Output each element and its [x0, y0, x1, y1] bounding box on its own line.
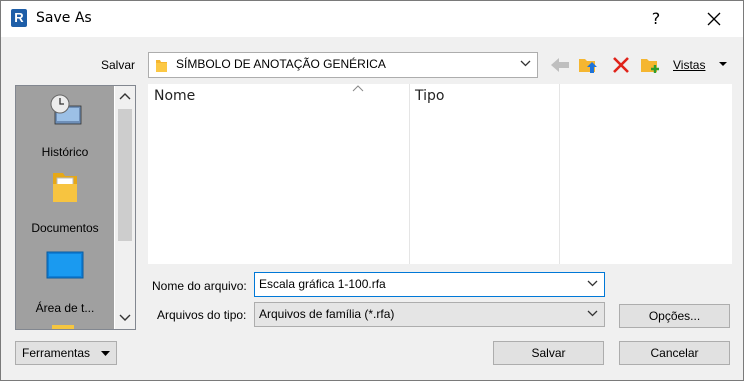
place-desktop-label: Área de t... [35, 301, 95, 315]
filetype-label: Arquivos do tipo: [157, 308, 247, 322]
chevron-down-icon [587, 310, 598, 317]
place-documents[interactable]: Documentos [16, 170, 114, 235]
options-button[interactable]: Opções... [619, 304, 730, 328]
close-button[interactable] [696, 5, 732, 33]
column-divider[interactable] [409, 84, 410, 264]
column-header-name[interactable]: Nome [154, 88, 195, 104]
folder-icon [156, 60, 167, 72]
file-list[interactable]: Nome Tipo [148, 84, 732, 264]
places-scrollbar[interactable] [115, 86, 135, 329]
views-menu[interactable]: Vistas [673, 58, 705, 72]
history-icon [50, 94, 82, 125]
cancel-button[interactable]: Cancelar [619, 341, 730, 365]
save-button[interactable]: Salvar [493, 341, 604, 365]
documents-folder-icon [53, 173, 77, 202]
filename-input[interactable]: Escala gráfica 1-100.rfa [254, 272, 605, 297]
location-label: Salvar [101, 58, 136, 72]
place-history-label: Histórico [41, 145, 89, 159]
column-divider[interactable] [559, 84, 560, 264]
place-history[interactable]: Histórico [16, 92, 114, 159]
place-documents-label: Documentos [31, 221, 99, 235]
desktop-icon [46, 251, 84, 279]
scroll-thumb[interactable] [118, 109, 132, 241]
views-dropdown-icon[interactable] [718, 61, 728, 67]
scroll-down-icon[interactable] [119, 314, 131, 322]
location-folder-name: SÍMBOLO DE ANOTAÇÃO GENÉRICA [176, 57, 386, 71]
sort-ascending-icon [352, 85, 364, 92]
places-list: Histórico Documentos Área de t... [16, 86, 114, 329]
tools-button-label: Ferramentas [22, 346, 91, 360]
chevron-down-icon[interactable] [587, 279, 598, 287]
column-header-type[interactable]: Tipo [415, 88, 444, 104]
filename-label: Nome do arquivo: [152, 279, 247, 293]
delete-icon[interactable] [610, 54, 632, 76]
tools-button[interactable]: Ferramentas [15, 341, 117, 365]
filetype-value: Arquivos de família (*.rfa) [259, 307, 395, 321]
scroll-up-icon[interactable] [119, 92, 131, 100]
filetype-dropdown[interactable]: Arquivos de família (*.rfa) [254, 302, 605, 327]
places-bar: Histórico Documentos Área de t... [15, 85, 136, 330]
back-arrow-icon[interactable] [549, 54, 571, 76]
place-desktop[interactable]: Área de t... [16, 250, 114, 315]
chevron-down-icon [520, 60, 531, 67]
filename-value: Escala gráfica 1-100.rfa [259, 277, 386, 291]
help-button[interactable]: ? [641, 5, 671, 33]
place-partial-folder-icon [52, 325, 74, 329]
title-bar: R Save As ? [1, 1, 743, 37]
save-as-dialog: R Save As ? Salvar SÍMBOLO DE ANOTAÇÃO G… [0, 0, 744, 381]
up-folder-icon[interactable] [577, 54, 599, 76]
location-dropdown[interactable]: SÍMBOLO DE ANOTAÇÃO GENÉRICA [148, 52, 538, 78]
close-icon [707, 12, 721, 26]
tools-dropdown-icon [101, 351, 110, 356]
window-title: Save As [36, 10, 92, 26]
new-folder-icon[interactable] [639, 54, 661, 76]
revit-app-icon: R [11, 9, 27, 27]
